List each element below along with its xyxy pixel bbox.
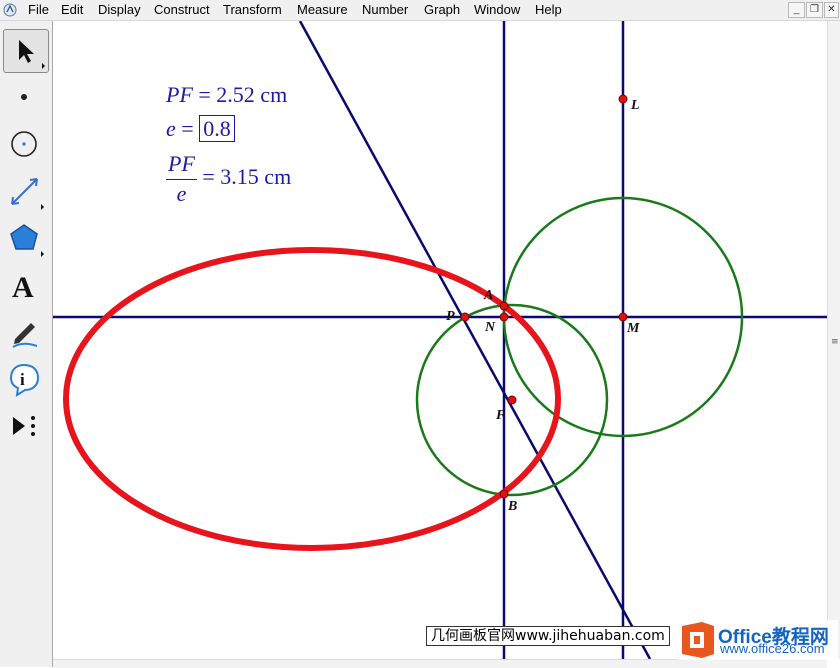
menu-file[interactable]: File: [28, 2, 49, 17]
menu-number[interactable]: Number: [362, 2, 408, 17]
point-l[interactable]: [618, 94, 628, 104]
menu-construct[interactable]: Construct: [154, 2, 210, 17]
measurement-pf-value: = 2.52 cm: [198, 82, 288, 107]
arrow-icon: [19, 40, 45, 69]
point-m[interactable]: [618, 312, 628, 322]
label-f[interactable]: F: [495, 408, 506, 423]
polygon-tool[interactable]: [3, 217, 47, 259]
fraction-denominator: e: [176, 181, 187, 206]
menu-window[interactable]: Window: [474, 2, 520, 17]
close-icon[interactable]: ✕: [824, 2, 839, 18]
sketch-canvas[interactable]: L A P N M F B PF = 2.52 cm e = 0.8 PF e …: [53, 21, 827, 659]
info-icon: i: [9, 363, 40, 397]
fraction: PF e: [166, 151, 197, 207]
svg-text:A: A: [12, 271, 34, 304]
marker-tool[interactable]: [3, 311, 47, 353]
straightedge-tool[interactable]: [3, 170, 47, 212]
label-a[interactable]: A: [483, 288, 493, 303]
measurement-pf[interactable]: PF = 2.52 cm: [166, 82, 287, 108]
toolbox: A i: [0, 21, 53, 667]
straightedge-icon: [11, 178, 44, 210]
compass-icon: [11, 131, 37, 157]
marker-icon: [12, 323, 38, 348]
menu-help[interactable]: Help: [535, 2, 562, 17]
point-n[interactable]: [499, 312, 509, 322]
label-b[interactable]: B: [507, 499, 517, 514]
information-tool[interactable]: i: [3, 358, 47, 400]
point-icon: [21, 94, 27, 100]
menu-transform[interactable]: Transform: [223, 2, 282, 17]
watermark-text: 几何画板官网www.jihehuaban.com: [426, 626, 670, 646]
point-a[interactable]: [499, 301, 509, 311]
label-l[interactable]: L: [630, 98, 640, 113]
calculation-value: = 3.15 cm: [202, 164, 292, 190]
menu-display[interactable]: Display: [98, 2, 141, 17]
parameter-e-name: e: [166, 116, 176, 141]
calculation-pf-over-e[interactable]: PF e = 3.15 cm: [166, 151, 291, 207]
parameter-e-equals: =: [181, 116, 194, 141]
compass-tool[interactable]: [3, 123, 47, 165]
perpendicular-bisector-line[interactable]: [298, 21, 652, 659]
label-m[interactable]: M: [626, 321, 640, 336]
arrow-select-tool[interactable]: [3, 29, 49, 73]
office-logo-url: www.office26.com: [720, 641, 825, 656]
text-icon: A: [12, 271, 34, 304]
measurement-pf-name: PF: [166, 82, 193, 107]
custom-tool-icon: [13, 416, 35, 436]
restore-icon[interactable]: ❐: [806, 2, 823, 18]
custom-tool[interactable]: [3, 405, 47, 447]
point-tool[interactable]: [3, 76, 47, 118]
parameter-e-value[interactable]: 0.8: [199, 115, 235, 142]
menu-edit[interactable]: Edit: [61, 2, 83, 17]
text-tool[interactable]: A: [3, 264, 47, 306]
menu-measure[interactable]: Measure: [297, 2, 348, 17]
point-p[interactable]: [460, 312, 470, 322]
point-b[interactable]: [499, 489, 509, 499]
fraction-numerator: PF: [166, 151, 197, 180]
parameter-e[interactable]: e = 0.8: [166, 115, 235, 142]
app-icon: [3, 3, 17, 17]
point-f[interactable]: [507, 395, 517, 405]
label-p[interactable]: P: [446, 309, 455, 324]
polygon-icon: [10, 224, 44, 257]
minimize-icon[interactable]: _: [788, 2, 805, 18]
scroll-grip-icon: ≡: [831, 337, 839, 347]
label-n[interactable]: N: [484, 320, 496, 335]
menu-bar: File Edit Display Construct Transform Me…: [0, 0, 840, 21]
menu-graph[interactable]: Graph: [424, 2, 460, 17]
vertical-scrollbar[interactable]: ≡: [827, 21, 840, 659]
svg-text:i: i: [20, 370, 25, 389]
